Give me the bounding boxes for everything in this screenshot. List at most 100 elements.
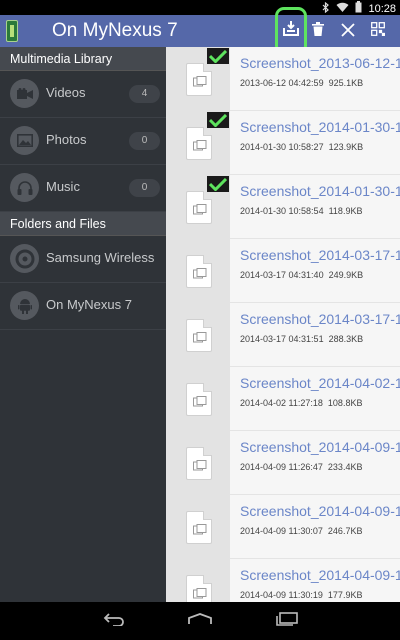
file-thumbnail: [166, 175, 230, 239]
file-size: 249.9KB: [328, 270, 364, 280]
file-thumbnail: [166, 47, 230, 111]
file-size: 925.1KB: [328, 78, 364, 88]
multimedia-library-header: Multimedia Library: [0, 47, 166, 71]
file-name: Screenshot_2014-01-30-1: [240, 183, 400, 199]
list-item[interactable]: Screenshot_2014-03-17-1 2014-03-17 04:31…: [166, 239, 400, 303]
image-file-icon: [186, 447, 212, 480]
trash-icon: [312, 21, 324, 41]
file-thumbnail: [166, 495, 230, 559]
checkbox[interactable]: [207, 112, 229, 128]
file-size: 108.8KB: [327, 398, 363, 408]
file-size: 246.7KB: [327, 526, 363, 536]
file-meta: 2014-04-09 11:30:19 177.9KB: [240, 590, 362, 600]
file-size: 177.9KB: [327, 590, 363, 600]
file-meta: 2014-01-30 10:58:54 118.9KB: [240, 206, 362, 216]
image-file-icon: [186, 383, 212, 416]
sidebar: Multimedia Library Videos 4 Photos 0 Mus…: [0, 47, 166, 602]
file-meta: 2014-04-02 11:27:18 108.8KB: [240, 398, 362, 408]
sidebar-item-label: Videos: [46, 85, 86, 100]
file-date: 2014-03-17 04:31:40: [240, 270, 324, 280]
file-thumbnail: [166, 367, 230, 431]
list-item[interactable]: Screenshot_2014-04-09-1 2014-04-09 11:26…: [166, 431, 400, 495]
back-icon: [103, 612, 127, 631]
file-date: 2014-04-02 11:27:18: [240, 398, 323, 408]
image-file-icon: [186, 63, 212, 96]
back-button[interactable]: [100, 610, 130, 632]
list-item[interactable]: Screenshot_2014-01-30-1 2014-01-30 10:58…: [166, 111, 400, 175]
file-meta: 2014-03-17 04:31:51 288.3KB: [240, 334, 363, 344]
recents-icon: [276, 611, 298, 631]
count-badge: 0: [129, 132, 160, 150]
video-camera-icon: [10, 79, 39, 108]
close-icon: [341, 20, 355, 43]
file-name: Screenshot_2013-06-12-1: [240, 55, 400, 71]
close-button[interactable]: [333, 15, 363, 47]
sidebar-item-photos[interactable]: Photos 0: [0, 118, 166, 165]
list-item[interactable]: Screenshot_2014-04-09-1 2014-04-09 11:30…: [166, 559, 400, 602]
sidebar-item-music[interactable]: Music 0: [0, 165, 166, 212]
file-name: Screenshot_2014-03-17-1: [240, 311, 400, 327]
file-size: 123.9KB: [328, 142, 364, 152]
sidebar-item-label: Music: [46, 179, 80, 194]
image-file-icon: [186, 319, 212, 352]
file-thumbnail: [166, 431, 230, 495]
count-badge: 4: [129, 85, 160, 103]
disc-icon: [10, 244, 39, 273]
checkbox[interactable]: [207, 48, 229, 64]
qr-icon: [371, 21, 386, 41]
file-meta: 2014-04-09 11:26:47 233.4KB: [240, 462, 362, 472]
sidebar-item-videos[interactable]: Videos 4: [0, 71, 166, 118]
file-list: Screenshot_2013-06-12-1 2013-06-12 04:42…: [166, 47, 400, 602]
file-date: 2014-04-09 11:26:47: [240, 462, 323, 472]
file-thumbnail: [166, 239, 230, 303]
file-date: 2014-01-30 10:58:27: [240, 142, 324, 152]
file-size: 233.4KB: [327, 462, 363, 472]
file-thumbnail: [166, 303, 230, 367]
recents-button[interactable]: [272, 610, 302, 632]
file-meta: 2014-01-30 10:58:27 123.9KB: [240, 142, 363, 152]
sidebar-item-on-mynexus-7[interactable]: On MyNexus 7: [0, 283, 166, 330]
checkbox[interactable]: [207, 176, 229, 192]
image-file-icon: [186, 511, 212, 544]
file-date: 2013-06-12 04:42:59: [240, 78, 324, 88]
folders-and-files-header: Folders and Files: [0, 212, 166, 236]
file-meta: 2014-04-09 11:30:07 246.7KB: [240, 526, 362, 536]
file-size: 288.3KB: [328, 334, 364, 344]
count-badge: 0: [129, 179, 160, 197]
file-name: Screenshot_2014-04-02-1: [240, 375, 400, 391]
qr-button[interactable]: [363, 15, 393, 47]
list-item[interactable]: Screenshot_2014-04-02-1 2014-04-02 11:27…: [166, 367, 400, 431]
file-name: Screenshot_2014-04-09-1: [240, 567, 400, 583]
delete-button[interactable]: [303, 15, 333, 47]
file-name: Screenshot_2014-01-30-1: [240, 119, 400, 135]
page-title: On MyNexus 7: [52, 20, 178, 41]
file-date: 2014-03-17 04:31:51: [240, 334, 324, 344]
image-file-icon: [186, 575, 212, 602]
navigation-bar: [0, 602, 400, 640]
image-file-icon: [186, 191, 212, 224]
sidebar-item-label: On MyNexus 7: [46, 297, 132, 312]
file-size: 118.9KB: [328, 206, 363, 216]
download-to-device-icon: [283, 21, 299, 41]
list-item[interactable]: Screenshot_2014-03-17-1 2014-03-17 04:31…: [166, 303, 400, 367]
file-thumbnail: [166, 111, 230, 175]
sidebar-item-samsung-wireless[interactable]: Samsung Wireless: [0, 236, 166, 283]
file-name: Screenshot_2014-03-17-1: [240, 247, 400, 263]
image-file-icon: [186, 127, 212, 160]
sidebar-item-label: Photos: [46, 132, 87, 147]
image-file-icon: [186, 255, 212, 288]
list-item[interactable]: Screenshot_2013-06-12-1 2013-06-12 04:42…: [166, 47, 400, 111]
file-name: Screenshot_2014-04-09-1: [240, 439, 400, 455]
file-meta: 2014-03-17 04:31:40 249.9KB: [240, 270, 363, 280]
app-icon[interactable]: [6, 20, 18, 42]
file-date: 2014-04-09 11:30:07: [240, 526, 323, 536]
photo-icon: [10, 126, 39, 155]
action-bar: On MyNexus 7: [0, 7, 400, 55]
home-button[interactable]: [185, 610, 215, 632]
list-item[interactable]: Screenshot_2014-01-30-1 2014-01-30 10:58…: [166, 175, 400, 239]
list-item[interactable]: Screenshot_2014-04-09-1 2014-04-09 11:30…: [166, 495, 400, 559]
home-icon: [187, 612, 213, 630]
status-time: 10:28: [368, 3, 396, 15]
file-thumbnail: [166, 559, 230, 602]
status-bar: 10:28: [0, 0, 400, 15]
